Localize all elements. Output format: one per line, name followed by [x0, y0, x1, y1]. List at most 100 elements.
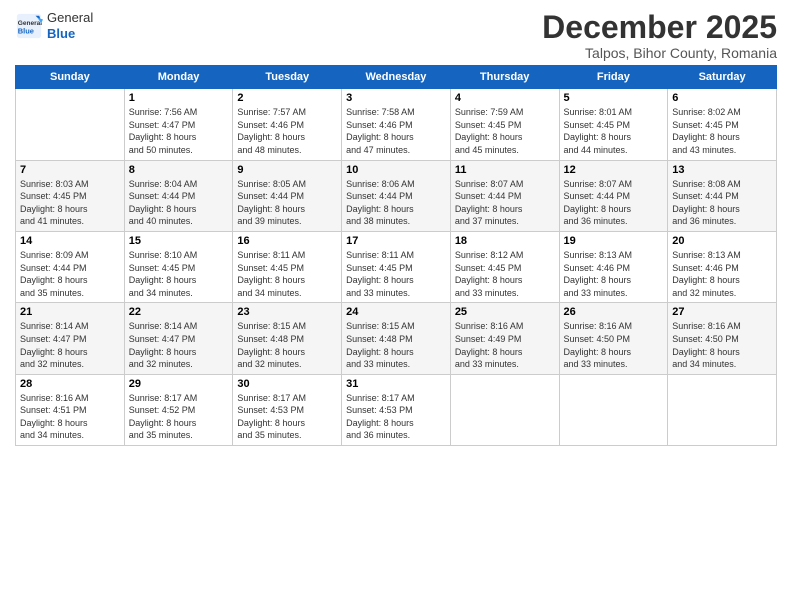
week-row-1: 1Sunrise: 7:56 AM Sunset: 4:47 PM Daylig… [16, 89, 777, 160]
calendar-cell: 24 Sunrise: 8:15 AM Sunset: 4:48 PM Dayli… [342, 303, 451, 374]
day-number: 13 [672, 164, 772, 176]
day-info: Sunrise: 8:13 AM Sunset: 4:46 PM Dayligh… [672, 249, 772, 299]
day-number: 2 [237, 92, 337, 104]
calendar-cell: 15Sunrise: 8:10 AM Sunset: 4:45 PM Dayli… [124, 231, 233, 302]
day-number: 31 [346, 378, 446, 390]
day-number: 16 [237, 235, 337, 247]
calendar-cell: 6 Sunrise: 8:02 AM Sunset: 4:45 PM Daylig… [668, 89, 777, 160]
day-number: 28 [20, 378, 120, 390]
main-title: December 2025 [542, 10, 777, 45]
day-info: Sunrise: 8:14 AM Sunset: 4:47 PM Dayligh… [20, 320, 120, 370]
day-info: Sunrise: 8:17 AM Sunset: 4:53 PM Dayligh… [346, 392, 446, 442]
calendar-table: SundayMondayTuesdayWednesdayThursdayFrid… [15, 65, 777, 446]
day-number: 24 [346, 306, 446, 318]
day-info: Sunrise: 8:14 AM Sunset: 4:47 PM Dayligh… [129, 320, 229, 370]
day-header-wednesday: Wednesday [342, 66, 451, 89]
day-info: Sunrise: 8:17 AM Sunset: 4:53 PM Dayligh… [237, 392, 337, 442]
calendar-cell: 9 Sunrise: 8:05 AM Sunset: 4:44 PM Daylig… [233, 160, 342, 231]
calendar-cell: 21 Sunrise: 8:14 AM Sunset: 4:47 PM Dayli… [16, 303, 125, 374]
calendar-cell: 13 Sunrise: 8:08 AM Sunset: 4:44 PM Dayli… [668, 160, 777, 231]
calendar-cell: 8 Sunrise: 8:04 AM Sunset: 4:44 PM Daylig… [124, 160, 233, 231]
day-number: 25 [455, 306, 555, 318]
calendar-cell: 2 Sunrise: 7:57 AM Sunset: 4:46 PM Daylig… [233, 89, 342, 160]
day-number: 10 [346, 164, 446, 176]
day-number: 8 [129, 164, 229, 176]
day-info: Sunrise: 8:02 AM Sunset: 4:45 PM Dayligh… [672, 106, 772, 156]
header: General Blue General Blue December 2025 … [15, 10, 777, 61]
day-info: Sunrise: 8:07 AM Sunset: 4:44 PM Dayligh… [564, 178, 664, 228]
day-info: Sunrise: 8:06 AM Sunset: 4:44 PM Dayligh… [346, 178, 446, 228]
calendar-body: 1Sunrise: 7:56 AM Sunset: 4:47 PM Daylig… [16, 89, 777, 446]
week-row-4: 21 Sunrise: 8:14 AM Sunset: 4:47 PM Dayli… [16, 303, 777, 374]
calendar-cell: 18Sunrise: 8:12 AM Sunset: 4:45 PM Dayli… [450, 231, 559, 302]
day-number: 23 [237, 306, 337, 318]
day-info: Sunrise: 8:11 AM Sunset: 4:45 PM Dayligh… [237, 249, 337, 299]
day-info: Sunrise: 8:08 AM Sunset: 4:44 PM Dayligh… [672, 178, 772, 228]
day-number: 27 [672, 306, 772, 318]
calendar-cell: 3Sunrise: 7:58 AM Sunset: 4:46 PM Daylig… [342, 89, 451, 160]
logo-general: General [47, 10, 93, 26]
day-info: Sunrise: 8:15 AM Sunset: 4:48 PM Dayligh… [237, 320, 337, 370]
day-number: 21 [20, 306, 120, 318]
calendar-cell [16, 89, 125, 160]
logo-text: General Blue [47, 10, 93, 41]
day-info: Sunrise: 7:57 AM Sunset: 4:46 PM Dayligh… [237, 106, 337, 156]
day-header-saturday: Saturday [668, 66, 777, 89]
page-container: General Blue General Blue December 2025 … [0, 0, 792, 612]
day-number: 19 [564, 235, 664, 247]
calendar-cell: 29Sunrise: 8:17 AM Sunset: 4:52 PM Dayli… [124, 374, 233, 445]
day-number: 17 [346, 235, 446, 247]
title-block: December 2025 Talpos, Bihor County, Roma… [542, 10, 777, 61]
day-number: 12 [564, 164, 664, 176]
logo: General Blue General Blue [15, 10, 93, 41]
week-row-5: 28 Sunrise: 8:16 AM Sunset: 4:51 PM Dayli… [16, 374, 777, 445]
subtitle: Talpos, Bihor County, Romania [542, 45, 777, 61]
day-header-monday: Monday [124, 66, 233, 89]
calendar-cell: 17Sunrise: 8:11 AM Sunset: 4:45 PM Dayli… [342, 231, 451, 302]
day-number: 7 [20, 164, 120, 176]
day-info: Sunrise: 8:15 AM Sunset: 4:48 PM Dayligh… [346, 320, 446, 370]
calendar-cell: 12 Sunrise: 8:07 AM Sunset: 4:44 PM Dayli… [559, 160, 668, 231]
day-info: Sunrise: 8:16 AM Sunset: 4:50 PM Dayligh… [564, 320, 664, 370]
calendar-cell: 25 Sunrise: 8:16 AM Sunset: 4:49 PM Dayli… [450, 303, 559, 374]
day-info: Sunrise: 8:16 AM Sunset: 4:51 PM Dayligh… [20, 392, 120, 442]
calendar-header: SundayMondayTuesdayWednesdayThursdayFrid… [16, 66, 777, 89]
day-info: Sunrise: 8:13 AM Sunset: 4:46 PM Dayligh… [564, 249, 664, 299]
day-info: Sunrise: 8:04 AM Sunset: 4:44 PM Dayligh… [129, 178, 229, 228]
day-number: 26 [564, 306, 664, 318]
calendar-cell: 20 Sunrise: 8:13 AM Sunset: 4:46 PM Dayli… [668, 231, 777, 302]
calendar-cell: 4Sunrise: 7:59 AM Sunset: 4:45 PM Daylig… [450, 89, 559, 160]
calendar-cell: 27 Sunrise: 8:16 AM Sunset: 4:50 PM Dayli… [668, 303, 777, 374]
day-header-tuesday: Tuesday [233, 66, 342, 89]
day-info: Sunrise: 8:05 AM Sunset: 4:44 PM Dayligh… [237, 178, 337, 228]
day-info: Sunrise: 8:09 AM Sunset: 4:44 PM Dayligh… [20, 249, 120, 299]
day-number: 14 [20, 235, 120, 247]
calendar-cell [450, 374, 559, 445]
day-info: Sunrise: 7:58 AM Sunset: 4:46 PM Dayligh… [346, 106, 446, 156]
day-number: 6 [672, 92, 772, 104]
calendar-cell: 11 Sunrise: 8:07 AM Sunset: 4:44 PM Dayli… [450, 160, 559, 231]
calendar-cell: 19 Sunrise: 8:13 AM Sunset: 4:46 PM Dayli… [559, 231, 668, 302]
day-info: Sunrise: 8:12 AM Sunset: 4:45 PM Dayligh… [455, 249, 555, 299]
day-number: 4 [455, 92, 555, 104]
calendar-cell: 1Sunrise: 7:56 AM Sunset: 4:47 PM Daylig… [124, 89, 233, 160]
day-number: 20 [672, 235, 772, 247]
calendar-cell: 10 Sunrise: 8:06 AM Sunset: 4:44 PM Dayli… [342, 160, 451, 231]
day-header-sunday: Sunday [16, 66, 125, 89]
day-info: Sunrise: 8:10 AM Sunset: 4:45 PM Dayligh… [129, 249, 229, 299]
day-info: Sunrise: 8:07 AM Sunset: 4:44 PM Dayligh… [455, 178, 555, 228]
day-info: Sunrise: 8:16 AM Sunset: 4:49 PM Dayligh… [455, 320, 555, 370]
day-number: 30 [237, 378, 337, 390]
logo-icon: General Blue [15, 12, 43, 40]
week-row-3: 14 Sunrise: 8:09 AM Sunset: 4:44 PM Dayli… [16, 231, 777, 302]
calendar-cell: 26 Sunrise: 8:16 AM Sunset: 4:50 PM Dayli… [559, 303, 668, 374]
day-number: 9 [237, 164, 337, 176]
calendar-cell: 28 Sunrise: 8:16 AM Sunset: 4:51 PM Dayli… [16, 374, 125, 445]
day-info: Sunrise: 8:16 AM Sunset: 4:50 PM Dayligh… [672, 320, 772, 370]
day-number: 29 [129, 378, 229, 390]
logo-blue: Blue [47, 26, 75, 41]
day-number: 1 [129, 92, 229, 104]
day-header-thursday: Thursday [450, 66, 559, 89]
day-number: 11 [455, 164, 555, 176]
calendar-cell: 14 Sunrise: 8:09 AM Sunset: 4:44 PM Dayli… [16, 231, 125, 302]
